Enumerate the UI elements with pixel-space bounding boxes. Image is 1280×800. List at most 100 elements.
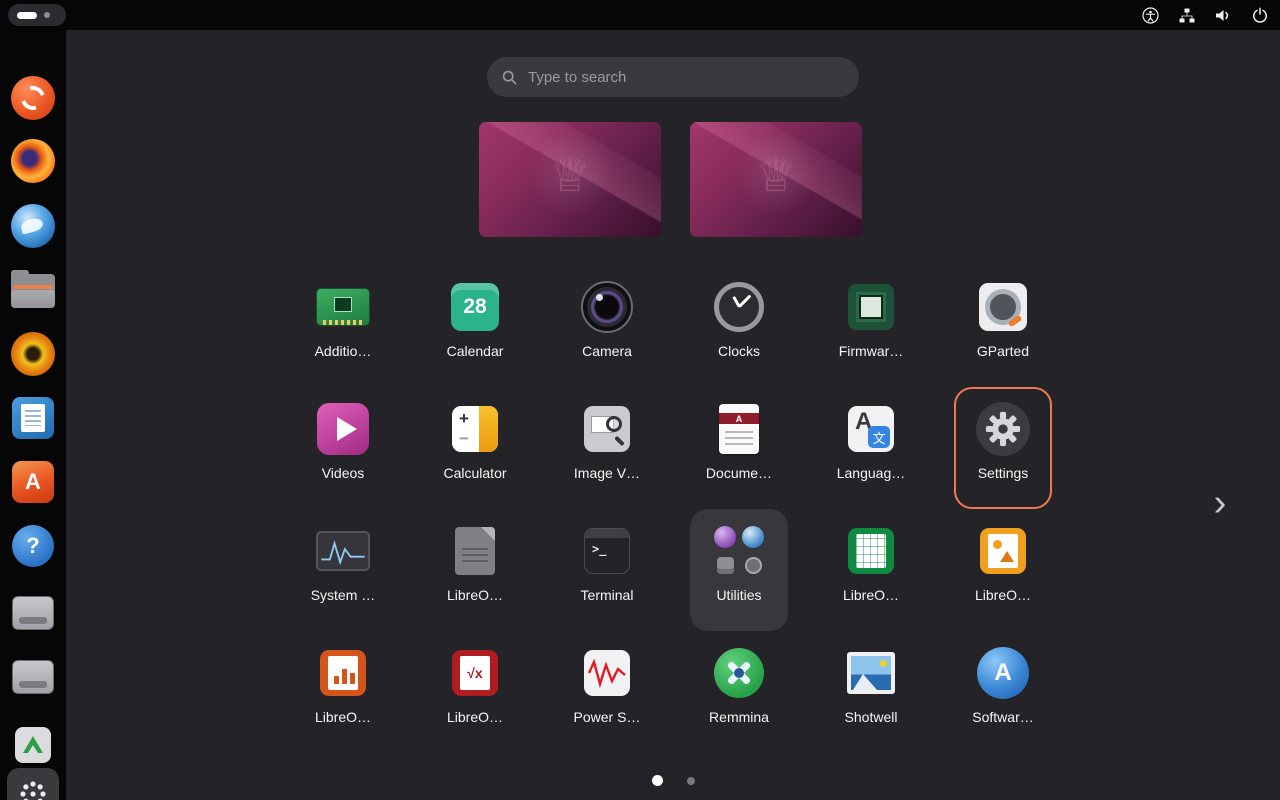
calculator-app-icon: +−: [447, 401, 503, 457]
app-label: Settings: [978, 465, 1029, 481]
app-image-viewer[interactable]: Image V…: [558, 387, 656, 509]
next-page-chevron-icon[interactable]: ›: [1204, 480, 1236, 528]
app-clocks[interactable]: Clocks: [690, 265, 788, 387]
software-updater-icon: [11, 76, 55, 120]
workspace-thumbnail-2[interactable]: ♕: [690, 122, 862, 237]
libreoffice-math-app-icon: √x: [447, 645, 503, 701]
show-apps-dots-icon: [18, 779, 48, 800]
firefox-icon: [11, 139, 55, 183]
dock-item-help[interactable]: ?: [11, 524, 55, 568]
app-power-statistics[interactable]: Power S…: [558, 631, 656, 753]
dock-item-drive-1[interactable]: [11, 591, 55, 635]
app-terminal[interactable]: >_ Terminal: [558, 509, 656, 631]
dock-item-rhythmbox[interactable]: [11, 332, 55, 376]
app-calculator[interactable]: +− Calculator: [426, 387, 524, 509]
folder-mini-icon: [742, 526, 764, 548]
app-label: Camera: [582, 343, 632, 359]
app-gparted[interactable]: GParted: [954, 265, 1052, 387]
dock-item-app-center[interactable]: A: [11, 460, 55, 504]
terminal-app-icon: >_: [579, 523, 635, 579]
folder-mini-icon: [717, 557, 734, 574]
accessibility-icon[interactable]: [1142, 7, 1159, 24]
clocks-app-icon: [711, 279, 767, 335]
libreoffice-draw-app-icon: [975, 523, 1031, 579]
workspace-indicator[interactable]: [8, 4, 66, 26]
app-document-viewer[interactable]: A Docume…: [690, 387, 788, 509]
software-app-icon: A: [975, 645, 1031, 701]
libreoffice-writer-icon: [12, 397, 54, 439]
app-label: Softwar…: [972, 709, 1033, 725]
dock-item-drive-2[interactable]: [11, 655, 55, 699]
app-libreoffice-startcenter[interactable]: LibreO…: [426, 509, 524, 631]
external-drive-icon: [12, 596, 54, 630]
search-input[interactable]: [526, 68, 844, 87]
dock-item-software-updater[interactable]: [11, 76, 55, 120]
volume-icon[interactable]: [1215, 8, 1232, 23]
app-label: Docume…: [706, 465, 772, 481]
app-shotwell[interactable]: Shotwell: [822, 631, 920, 753]
top-bar: [0, 0, 1280, 30]
external-drive-icon: [12, 660, 54, 694]
app-calendar[interactable]: 28 Calendar: [426, 265, 524, 387]
folder-mini-icon: [745, 557, 762, 574]
utilities-folder-icon: [711, 523, 767, 579]
app-settings[interactable]: Settings: [954, 387, 1052, 509]
app-label: LibreO…: [447, 709, 503, 725]
app-libreoffice-impress[interactable]: LibreO…: [294, 631, 392, 753]
app-system-monitor[interactable]: System …: [294, 509, 392, 631]
app-label: LibreO…: [975, 587, 1031, 603]
app-label: Utilities: [716, 587, 761, 603]
files-folder-icon: [11, 270, 55, 308]
thunderbird-icon: [11, 204, 55, 248]
app-software[interactable]: A Softwar…: [954, 631, 1052, 753]
rhythmbox-icon: [11, 332, 55, 376]
app-folder-utilities[interactable]: Utilities: [690, 509, 788, 631]
additional-drivers-app-icon: [315, 279, 371, 335]
app-label: Calendar: [447, 343, 504, 359]
app-remmina[interactable]: Remmina: [690, 631, 788, 753]
app-videos[interactable]: Videos: [294, 387, 392, 509]
libreoffice-calc-app-icon: [843, 523, 899, 579]
page-dot[interactable]: [687, 777, 695, 785]
app-label: Remmina: [709, 709, 769, 725]
trash-icon: [15, 727, 51, 763]
app-label: Additio…: [315, 343, 372, 359]
search-bar[interactable]: [487, 57, 859, 97]
app-label: Clocks: [718, 343, 760, 359]
help-icon: ?: [12, 525, 54, 567]
page-dot-active[interactable]: [652, 775, 663, 786]
app-libreoffice-math[interactable]: √x LibreO…: [426, 631, 524, 753]
network-icon[interactable]: [1179, 8, 1195, 23]
dock-item-thunderbird[interactable]: [11, 204, 55, 248]
app-label: Videos: [322, 465, 365, 481]
app-additional-drivers[interactable]: Additio…: [294, 265, 392, 387]
app-language-support[interactable]: A 文 Languag…: [822, 387, 920, 509]
system-monitor-app-icon: [315, 523, 371, 579]
gear-icon: [985, 411, 1021, 447]
libreoffice-startcenter-app-icon: [447, 523, 503, 579]
app-center-letter: A: [25, 469, 41, 495]
dock-item-trash[interactable]: [11, 723, 55, 767]
app-libreoffice-calc[interactable]: LibreO…: [822, 509, 920, 631]
app-label: Power S…: [574, 709, 641, 725]
workspace-active-pill-icon: [17, 12, 37, 19]
dock-item-files[interactable]: [11, 267, 55, 311]
workspace-thumbnail-1[interactable]: ♕: [479, 122, 661, 237]
dock-item-firefox[interactable]: [11, 139, 55, 183]
search-icon: [502, 70, 517, 85]
app-libreoffice-draw[interactable]: LibreO…: [954, 509, 1052, 631]
power-icon[interactable]: [1252, 7, 1268, 23]
gparted-app-icon: [975, 279, 1031, 335]
app-grid: Additio… 28 Calendar Camera Clocks Firmw…: [277, 265, 1069, 753]
app-label: GParted: [977, 343, 1029, 359]
activities-overview: Feb 10 20:54: [0, 0, 1280, 800]
dock-item-libreoffice-writer[interactable]: [11, 396, 55, 440]
app-label: Firmwar…: [839, 343, 904, 359]
power-statistics-app-icon: [579, 645, 635, 701]
app-firmware[interactable]: Firmwar…: [822, 265, 920, 387]
show-applications-button[interactable]: [7, 768, 59, 800]
status-area: [1142, 0, 1268, 30]
app-camera[interactable]: Camera: [558, 265, 656, 387]
page-indicator: [66, 775, 1280, 786]
shotwell-app-icon: [843, 645, 899, 701]
